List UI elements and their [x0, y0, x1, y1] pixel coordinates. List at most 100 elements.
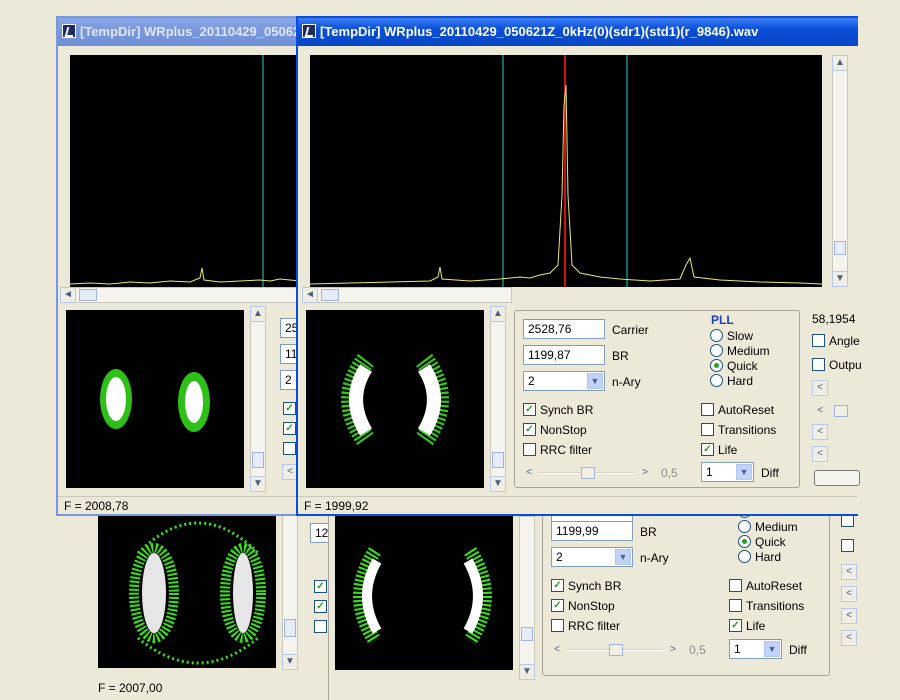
vertical-scrollbar[interactable]: ▼ [282, 513, 298, 670]
chevron-left-icon[interactable]: < [551, 643, 563, 657]
chevron-left-icon[interactable]: < [812, 446, 828, 462]
scroll-up-button[interactable]: ▲ [832, 55, 848, 71]
synch-br-checkbox[interactable]: ✓ [551, 579, 564, 592]
pll-radio-hard[interactable] [738, 550, 751, 563]
slider-knob[interactable] [581, 467, 595, 479]
pll-radio-quick[interactable] [710, 359, 723, 372]
synch-br-label: Synch BR [540, 403, 594, 417]
window-back-left: [TempDir] WRplus_20110429_050621Z_0kHz(0… [56, 16, 302, 516]
scroll-left-button[interactable]: ◄ [60, 287, 76, 303]
control-panel: 2528,76 Carrier 1199,87 BR 2 ▼ n-Ary PLL… [514, 310, 800, 488]
chevron-down-icon[interactable]: ▼ [764, 641, 780, 657]
rrc-slider[interactable]: < > [551, 643, 679, 657]
life-checkbox[interactable]: ✓ [729, 619, 742, 632]
window-title-bar[interactable]: [TempDir] WRplus_20110429_050621Z_0kHz(0… [298, 18, 858, 46]
chevron-down-icon[interactable]: ▼ [615, 549, 631, 565]
chevron-down-icon[interactable]: ▼ [736, 464, 752, 480]
partial-checkbox[interactable] [841, 539, 854, 552]
window-title: [TempDir] WRplus_20110429_050621Z_0kHz(0… [320, 24, 759, 39]
diff-select[interactable]: 1 ▼ [701, 462, 754, 482]
checkbox[interactable]: ✓ [314, 580, 327, 593]
pll-radio-medium[interactable] [710, 344, 723, 357]
scroll-down-button[interactable]: ▼ [250, 476, 266, 492]
nonstop-checkbox[interactable]: ✓ [551, 599, 564, 612]
transitions-label: Transitions [718, 423, 777, 437]
vertical-scrollbar[interactable]: ▲ ▼ [250, 306, 266, 492]
partial-button[interactable] [814, 470, 860, 486]
status-bar: F = 2008,78 [58, 496, 298, 514]
transitions-checkbox[interactable] [729, 599, 742, 612]
scroll-thumb[interactable] [252, 452, 264, 468]
horizontal-scrollbar[interactable]: ◄ [60, 287, 300, 303]
scroll-down-button[interactable]: ▼ [519, 664, 535, 680]
chevron-left-icon[interactable]: < [841, 630, 857, 646]
window-title: [TempDir] WRplus_20110429_050621Z_0kHz(0… [80, 24, 298, 39]
chevron-left-icon[interactable]: < [812, 424, 828, 440]
chevron-down-icon[interactable]: ▼ [587, 373, 603, 389]
diff-select[interactable]: 1 ▼ [729, 639, 782, 659]
checkbox[interactable] [283, 442, 296, 455]
scroll-thumb[interactable] [492, 452, 504, 468]
slider-knob[interactable] [609, 644, 623, 656]
vertical-scrollbar[interactable]: ▲ ▼ [490, 306, 506, 492]
horizontal-scrollbar[interactable]: ◄ [302, 287, 512, 303]
scroll-down-button[interactable]: ▼ [490, 476, 506, 492]
window-title-bar[interactable]: [TempDir] WRplus_20110429_050621Z_0kHz(0… [58, 18, 298, 46]
partial-value-field[interactable]: 12 [310, 523, 330, 543]
nonstop-checkbox[interactable]: ✓ [523, 423, 536, 436]
scroll-thumb[interactable] [284, 619, 296, 637]
pll-radio-quick[interactable] [738, 535, 751, 548]
nary-select-value: 2 [556, 550, 563, 564]
autoreset-label: AutoReset [746, 579, 803, 593]
transitions-checkbox[interactable] [701, 423, 714, 436]
chevron-right-icon[interactable]: > [639, 466, 651, 480]
br-input[interactable]: 1199,99 [551, 521, 633, 541]
pll-radio-hard[interactable] [710, 374, 723, 387]
constellation-display [66, 310, 244, 488]
vertical-scrollbar[interactable]: ▼ [519, 516, 535, 680]
chevron-left-icon[interactable]: < [841, 564, 857, 580]
chevron-left-icon[interactable]: < [841, 586, 857, 602]
window-bottom-right: ▼ Carrier 1199,99 BR 2 ▼ n-Ary Slow Medi… [328, 503, 858, 700]
partial-slider[interactable]: < [814, 404, 860, 418]
angle-checkbox[interactable] [812, 334, 825, 347]
autoreset-checkbox[interactable] [729, 579, 742, 592]
synch-br-checkbox[interactable]: ✓ [523, 403, 536, 416]
life-checkbox[interactable]: ✓ [701, 443, 714, 456]
scroll-thumb[interactable] [321, 289, 339, 301]
checkbox[interactable]: ✓ [283, 422, 296, 435]
vertical-scrollbar[interactable]: ▲ ▼ [832, 55, 848, 287]
nary-select[interactable]: 2 ▼ [551, 547, 633, 567]
scroll-left-button[interactable]: ◄ [302, 287, 318, 303]
scroll-down-button[interactable]: ▼ [832, 271, 848, 287]
slider-knob[interactable] [834, 405, 848, 417]
rrc-filter-checkbox[interactable] [523, 443, 536, 456]
carrier-input[interactable]: 2528,76 [523, 319, 605, 339]
checkbox[interactable] [314, 620, 327, 633]
br-input[interactable]: 1199,87 [523, 345, 605, 365]
checkbox[interactable]: ✓ [283, 402, 296, 415]
rrc-filter-checkbox[interactable] [551, 619, 564, 632]
output-checkbox[interactable] [812, 358, 825, 371]
window-bottom-left: ▼ 12 ✓ ✓ F = 2007,00 [88, 505, 330, 700]
scroll-thumb[interactable] [521, 627, 533, 641]
autoreset-checkbox[interactable] [701, 403, 714, 416]
scroll-down-button[interactable]: ▼ [282, 654, 298, 670]
pll-radio-slow[interactable] [710, 329, 723, 342]
chevron-left-icon[interactable]: < [812, 380, 828, 396]
checkbox[interactable]: ✓ [314, 600, 327, 613]
rrc-slider[interactable]: < > [523, 466, 651, 480]
scroll-up-button[interactable]: ▲ [250, 306, 266, 322]
chevron-left-icon[interactable]: < [814, 404, 826, 418]
chevron-left-icon[interactable]: < [523, 466, 535, 480]
scroll-up-button[interactable]: ▲ [490, 306, 506, 322]
pll-radio-medium[interactable] [738, 520, 751, 533]
chevron-left-icon[interactable]: < [841, 608, 857, 624]
chevron-right-icon[interactable]: > [667, 643, 679, 657]
life-label: Life [746, 619, 766, 633]
nary-select[interactable]: 2 ▼ [523, 371, 605, 391]
diff-select-value: 1 [706, 465, 713, 479]
scroll-thumb[interactable] [79, 289, 97, 301]
scroll-thumb[interactable] [834, 241, 846, 255]
constellation-display [98, 513, 276, 668]
